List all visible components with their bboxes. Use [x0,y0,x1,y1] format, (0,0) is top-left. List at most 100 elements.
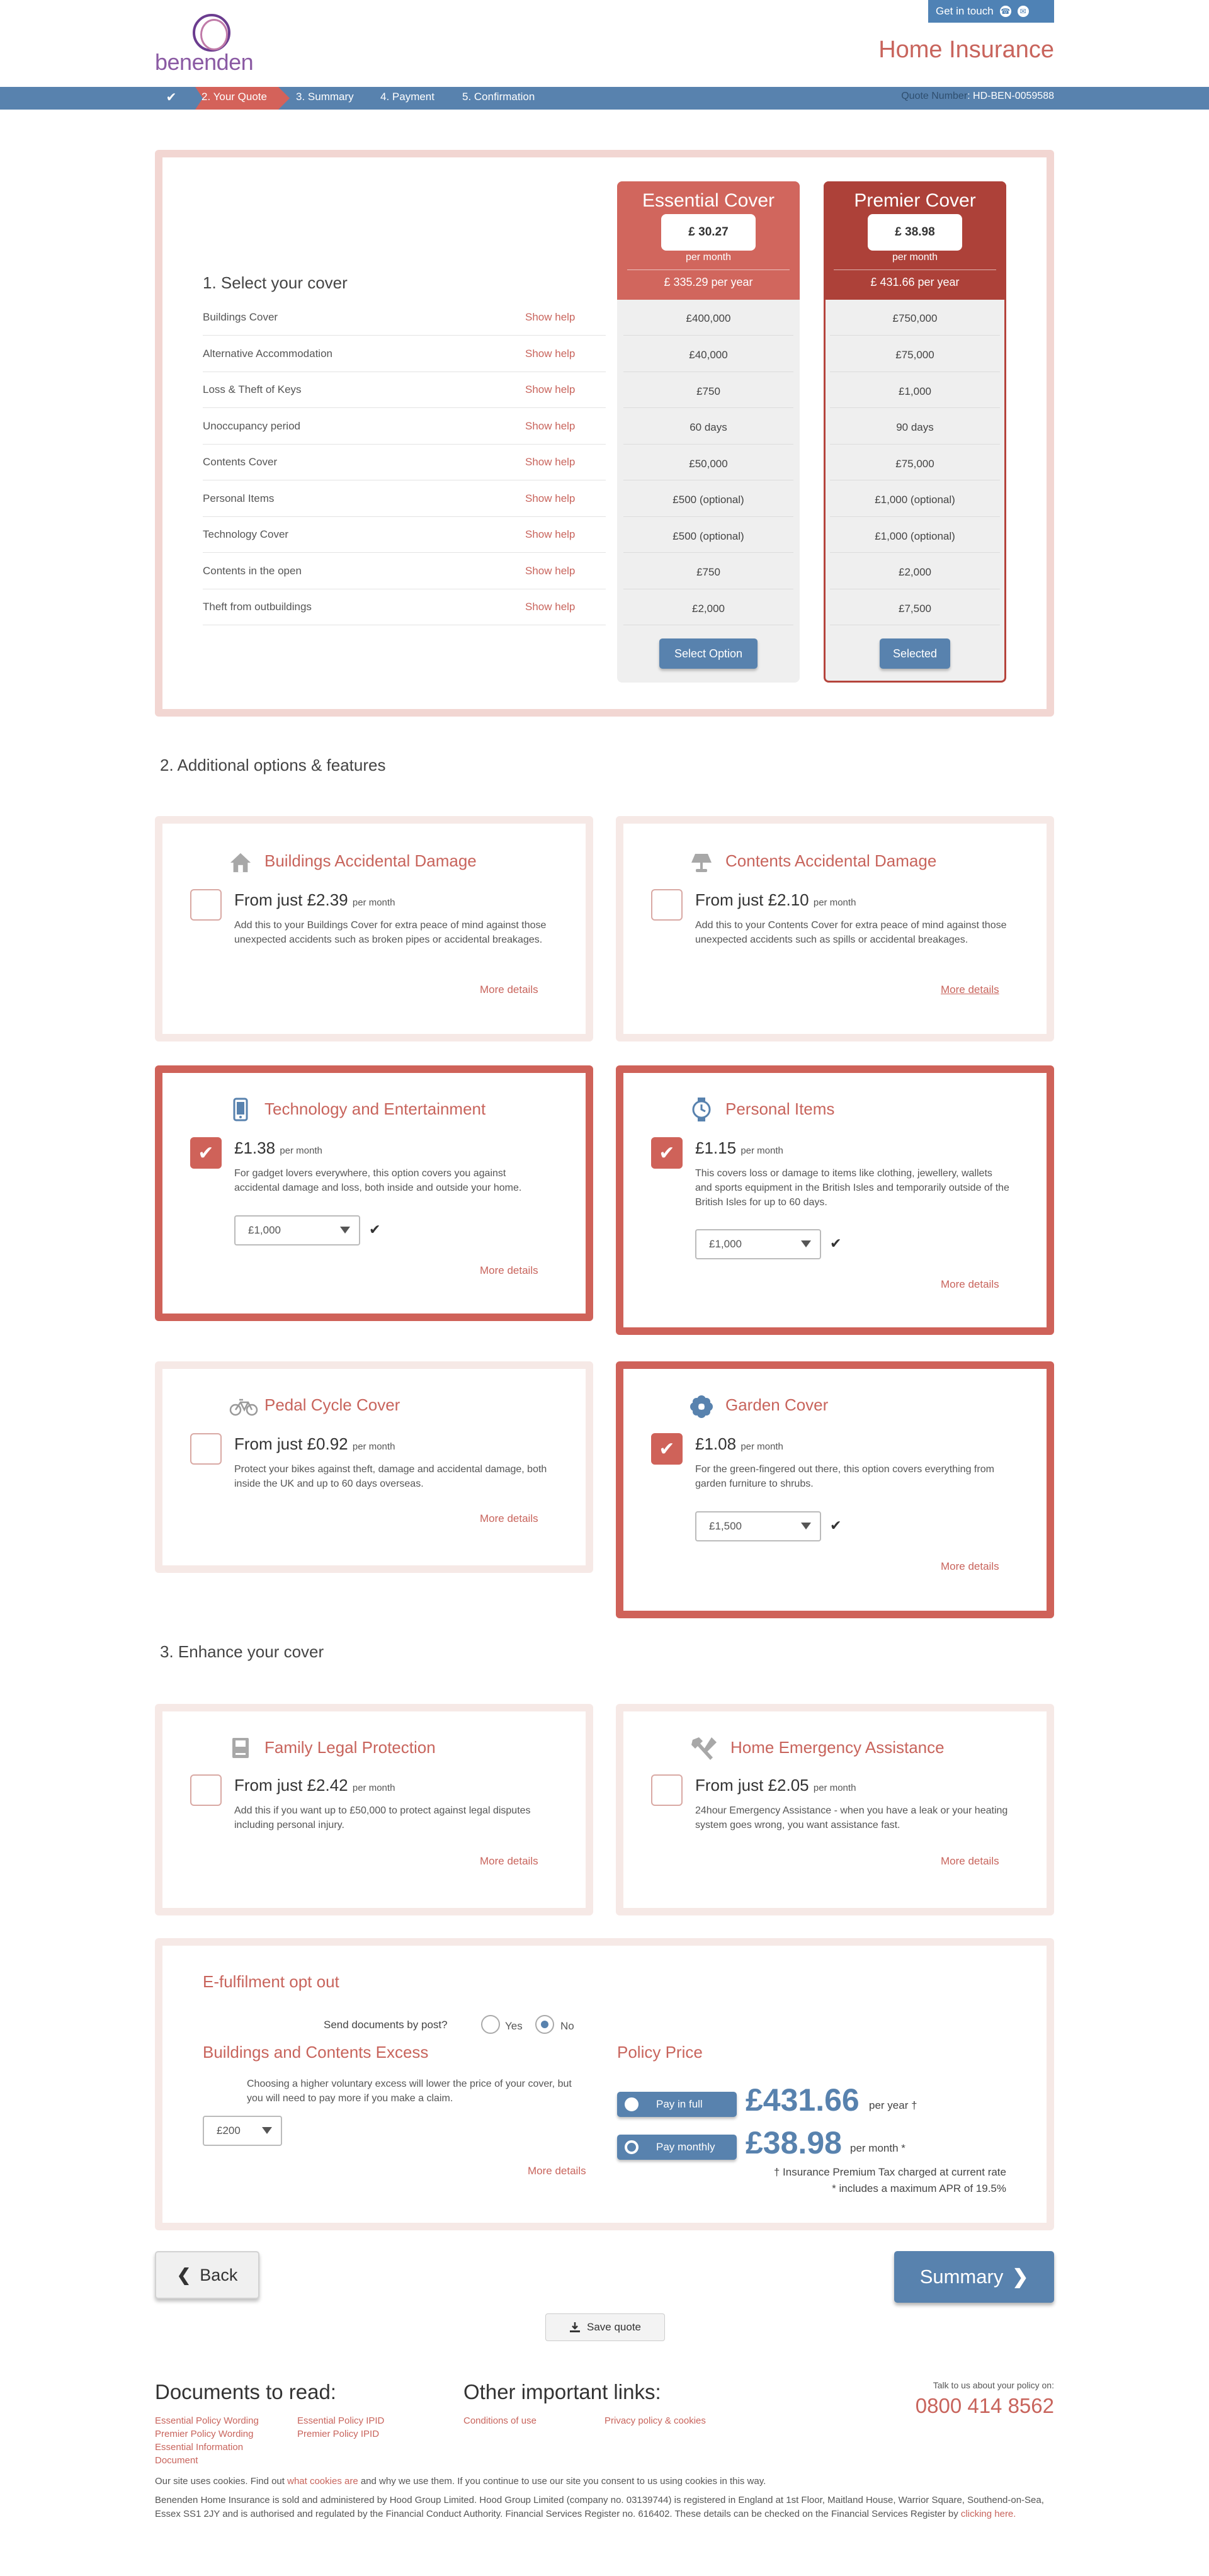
cover-limit-value: £1,500 [709,1520,742,1532]
essential-cell: £40,000 [689,349,728,361]
phone-number[interactable]: 0800 414 8562 [916,2394,1054,2418]
more-details-link[interactable]: More details [528,2165,586,2177]
show-help-link[interactable]: Show help [525,420,575,433]
option-price-period: per month [813,1783,856,1793]
show-help-link[interactable]: Show help [525,383,575,396]
more-details-link[interactable]: More details [941,1278,999,1291]
enhance-section-title: 3. Enhance your cover [160,1642,324,1661]
step-complete-check-icon[interactable]: ✔ [162,89,180,107]
doc-link[interactable]: Premier Policy IPID [297,2427,379,2441]
option-description: For the green-fingered out there, this o… [695,1464,994,1489]
step-confirmation: 5. Confirmation [462,91,535,103]
footer-link[interactable]: Conditions of use [463,2414,536,2427]
option-price: £1.15 per month [695,1138,783,1158]
show-help-link[interactable]: Show help [525,311,575,324]
excess-select[interactable]: £200 [203,2116,282,2146]
get-in-touch-label: Get in touch [936,5,994,17]
premier-cell: £1,000 [899,385,931,397]
footer-link[interactable]: Privacy policy & cookies [604,2414,706,2427]
cover-row-label: Contents in the open [203,565,302,577]
more-details-link[interactable]: More details [480,1855,538,1868]
show-help-link[interactable]: Show help [525,348,575,360]
doc-link[interactable]: Essential Policy Wording [155,2414,259,2427]
option-price-period: per month [280,1145,322,1156]
option-checkbox-checked[interactable]: ✔ [190,1137,222,1169]
annual-price-suffix: per year † [869,2099,917,2111]
back-button[interactable]: ❮ Back [155,2251,259,2299]
option-checkbox[interactable] [190,889,222,921]
cell-divider [830,516,1000,517]
pay-in-full-option[interactable]: Pay in full [617,2092,737,2117]
cover-limit-select[interactable]: £1,500 [695,1511,821,1541]
option-checkbox[interactable] [190,1774,222,1806]
cover-row-label: Loss & Theft of Keys [203,383,302,395]
premier-cell: £1,000 (optional) [875,530,955,542]
option-price-period: per month [741,1145,783,1156]
more-details-link[interactable]: More details [941,984,999,996]
bicycle-icon [229,1395,258,1418]
email-icon: ✉ [1017,6,1029,17]
tax-note: † Insurance Premium Tax charged at curre… [773,2166,1006,2178]
option-title: Family Legal Protection [264,1738,436,1757]
premier-monthly-price: £ 38.98 [868,214,962,251]
check-icon: ✔ [830,1518,842,1533]
chevron-left-icon: ❮ [176,2265,191,2284]
legal-notice: Benenden Home Insurance is sold and admi… [155,2494,1054,2521]
essential-per-month: per month [685,252,732,263]
summary-label: Summary [919,2266,1004,2288]
post-no-radio[interactable] [535,2015,554,2034]
save-quote-button[interactable]: Save quote [545,2313,665,2341]
annual-price: £431.66 [746,2082,860,2118]
more-details-link[interactable]: More details [941,1855,999,1868]
option-checkbox[interactable] [651,1774,683,1806]
show-help-link[interactable]: Show help [525,601,575,613]
cover-row-label: Personal Items [203,492,275,504]
cover-section-title: 1. Select your cover [203,273,348,292]
show-help-link[interactable]: Show help [525,528,575,541]
essential-cell: £50,000 [689,458,728,470]
premier-selected-button[interactable]: Selected [880,638,950,669]
cookie-link[interactable]: what cookies are [287,2476,358,2487]
more-details-link[interactable]: More details [480,1512,538,1525]
cell-divider [623,407,793,408]
premier-yearly-price: £ 431.66 per year [870,276,960,288]
additional-section-title: 2. Additional options & features [160,756,386,775]
option-title: Buildings Accidental Damage [264,851,477,870]
option-checkbox-checked[interactable]: ✔ [651,1137,683,1169]
more-details-link[interactable]: More details [941,1560,999,1573]
cover-limit-select[interactable]: £1,000 [695,1229,821,1259]
get-in-touch-button[interactable]: Get in touch ☎ ✉ [928,0,1054,23]
option-price-amount: From just £2.42 [234,1776,348,1795]
option-checkbox[interactable] [190,1433,222,1465]
premier-title: Premier Cover [854,190,976,211]
more-details-link[interactable]: More details [480,1264,538,1277]
pay-monthly-option[interactable]: Pay monthly [617,2135,737,2160]
option-description: Protect your bikes against theft, damage… [234,1464,547,1489]
cover-row-label: Buildings Cover [203,311,278,323]
doc-link[interactable]: Essential Policy IPID [297,2414,384,2427]
option-checkbox-checked[interactable]: ✔ [651,1433,683,1465]
select-essential-button[interactable]: Select Option [659,638,758,669]
register-link[interactable]: clicking here. [961,2509,1016,2519]
post-yes-radio[interactable] [481,2015,500,2034]
step-summary: 3. Summary [296,91,354,103]
cover-limit-value: £1,000 [248,1224,281,1236]
option-checkbox[interactable] [651,889,683,921]
doc-link[interactable]: Essential Information Document [155,2441,262,2467]
chevron-down-icon [801,1523,811,1529]
option-description: Add this to your Buildings Cover for ext… [234,920,547,945]
option-price-amount: £1.15 [695,1138,737,1157]
doc-link[interactable]: Premier Policy Wording [155,2427,253,2441]
cover-limit-value: £1,000 [709,1238,742,1250]
legal-text: Benenden Home Insurance is sold and admi… [155,2495,1044,2519]
step-your-quote[interactable]: 2. Your Quote [202,91,267,103]
summary-button[interactable]: Summary ❯ [894,2251,1054,2303]
show-help-link[interactable]: Show help [525,565,575,577]
cell-divider [623,335,793,336]
essential-cell: £2,000 [692,603,725,615]
more-details-link[interactable]: More details [480,984,538,996]
show-help-link[interactable]: Show help [525,492,575,505]
show-help-link[interactable]: Show help [525,456,575,468]
cover-limit-select[interactable]: £1,000 [234,1215,360,1245]
step-payment: 4. Payment [380,91,434,103]
